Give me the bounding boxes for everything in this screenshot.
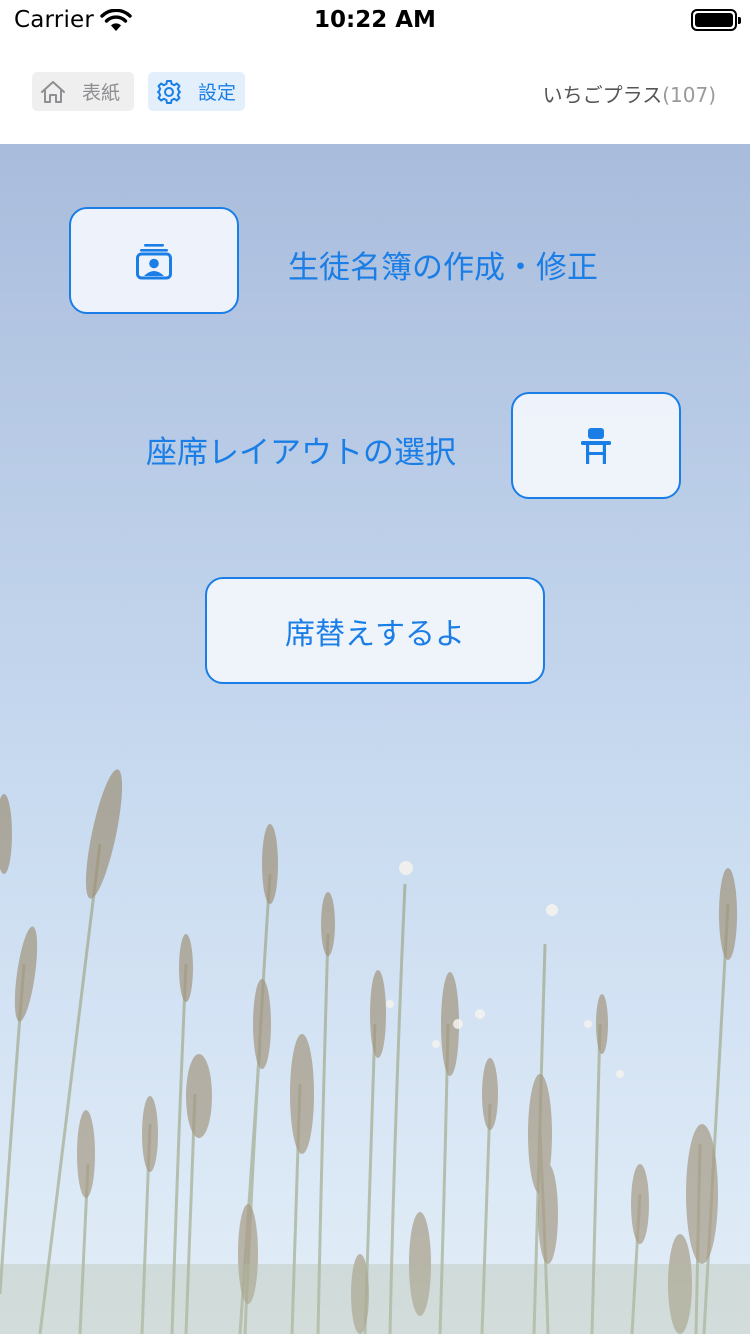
app-count: (107) (662, 83, 716, 107)
tab-home[interactable]: 表紙 (32, 72, 134, 111)
battery-icon (691, 9, 741, 31)
desk-chair-icon (581, 427, 611, 464)
app-name: いちごプラス(107) (543, 79, 716, 108)
tab-settings[interactable]: 設定 (148, 72, 245, 111)
nav-bar: 表紙 設定 いちごプラス(107) (0, 40, 750, 144)
roster-button[interactable] (69, 207, 239, 314)
seat-layout-label: 座席レイアウトの選択 (146, 435, 456, 471)
app-name-text: いちごプラス (542, 83, 663, 107)
seat-layout-button[interactable] (511, 392, 681, 499)
background-photo (0, 144, 750, 1334)
tab-home-label: 表紙 (82, 82, 121, 104)
grass-field-image (0, 144, 750, 1334)
tab-settings-label: 設定 (198, 82, 237, 104)
contact-card-icon (136, 243, 172, 279)
shuffle-seats-button[interactable]: 席替えするよ (205, 577, 545, 684)
home-icon (41, 80, 65, 103)
gear-icon (157, 79, 181, 104)
status-bar: Carrier 10:22 AM (0, 0, 750, 40)
clock: 10:22 AM (314, 7, 436, 33)
roster-label: 生徒名簿の作成・修正 (288, 250, 598, 286)
shuffle-seats-label: 席替えするよ (285, 616, 465, 652)
